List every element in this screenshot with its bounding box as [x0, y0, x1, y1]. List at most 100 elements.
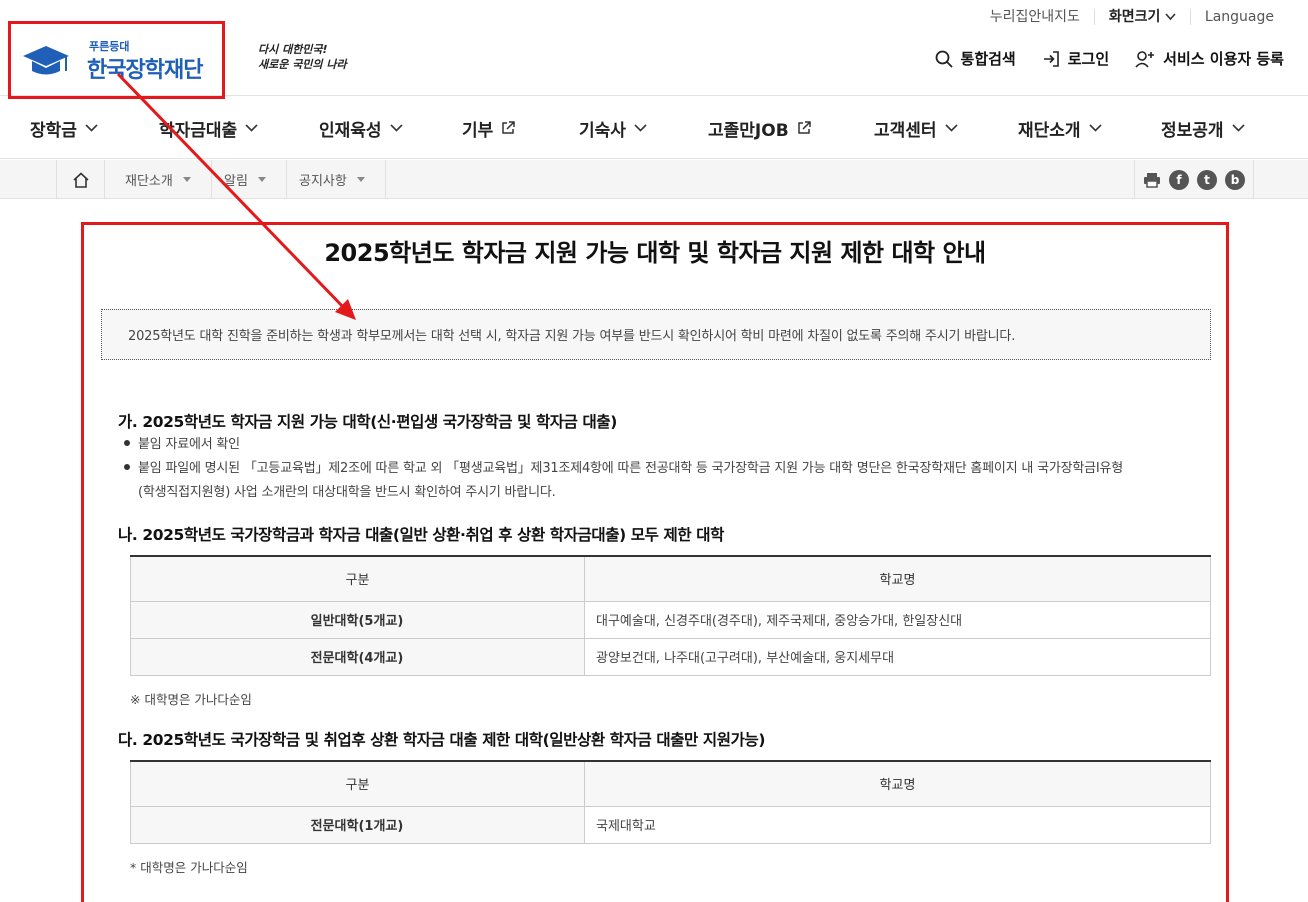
table-header: 학교명: [584, 761, 1211, 807]
nav-dormitory[interactable]: 기숙사: [579, 97, 647, 159]
section-c-title: 다. 2025학년도 국가장학금 및 취업후 상환 학자금 대출 제한 대학(일…: [118, 731, 766, 749]
font-size-label: 화면크기: [1108, 9, 1161, 25]
register-button[interactable]: 서비스 이용자 등록: [1135, 48, 1284, 69]
notice-content: 2025학년도 학자금 지원 가능 대학 및 학자금 지원 제한 대학 안내 2…: [81, 222, 1229, 902]
nav-label: 재단소개: [1018, 120, 1081, 141]
nav-disclosure[interactable]: 정보공개: [1161, 97, 1245, 159]
chevron-down-icon: [389, 124, 403, 132]
table-cell-schools: 광양보건대, 나주대(고구려대), 부산예술대, 웅지세무대: [584, 637, 1211, 676]
nav-label: 인재육성: [319, 120, 382, 141]
nav-loan[interactable]: 학자금대출: [159, 97, 258, 159]
search-button[interactable]: 통합검색: [935, 48, 1016, 69]
table-header: 구분: [130, 556, 585, 602]
chevron-down-icon: [1231, 124, 1245, 132]
graduation-cap-logo-icon: [23, 46, 69, 75]
table-row: 전문대학(1개교) 국제대학교: [130, 805, 1211, 844]
breadcrumb-item[interactable]: 공지사항: [279, 160, 386, 199]
login-button[interactable]: 로그인: [1042, 48, 1109, 69]
home-button[interactable]: [56, 160, 105, 199]
login-icon: [1043, 50, 1059, 67]
register-label: 서비스 이용자 등록: [1163, 50, 1284, 68]
nav-donation[interactable]: 기부: [462, 97, 516, 159]
breadcrumb-label: 알림: [224, 174, 248, 189]
slogan-line-2: 새로운 국민의 나라: [258, 58, 347, 71]
logo-text: 한국장학재단: [87, 58, 203, 83]
site-header: 누리집안내지도 화면크기 Language 푸른등대 한국장학재단 다시 대한민…: [0, 0, 1308, 99]
list-item-text: 붙임 파일에 명시된 「고등교육법」제2조에 따른 학교 외 「평생교육법」제3…: [138, 461, 1124, 476]
breadcrumb-label: 재단소개: [125, 174, 173, 189]
nav-job[interactable]: 고졸만JOB: [708, 97, 811, 159]
table-header-row: 구분 학교명: [130, 556, 1211, 602]
blog-icon[interactable]: b: [1225, 169, 1245, 190]
list-item: 붙임 파일에 명시된 「고등교육법」제2조에 따른 학교 외 「평생교육법」제3…: [124, 457, 1209, 505]
table-cell-schools: 국제대학교: [584, 805, 1211, 844]
sitemap-link[interactable]: 누리집안내지도: [976, 9, 1094, 25]
table-header: 학교명: [584, 556, 1211, 602]
breadcrumb-label: 공지사항: [299, 174, 347, 189]
nav-label: 고졸만JOB: [708, 120, 789, 141]
nav-label: 정보공개: [1161, 120, 1224, 141]
external-link-icon: [797, 121, 811, 134]
breadcrumb-item[interactable]: 알림: [204, 160, 287, 199]
caret-down-icon: [257, 177, 266, 182]
caret-down-icon: [356, 177, 365, 182]
nav-scholarship[interactable]: 장학금: [30, 97, 98, 159]
table-cell-category: 전문대학(4개교): [130, 637, 585, 676]
chevron-down-icon: [1088, 124, 1102, 132]
external-link-icon: [502, 121, 516, 134]
caret-down-icon: [182, 177, 191, 182]
list-item: 붙임 자료에서 확인: [124, 433, 1209, 457]
restricted-table-c: 구분 학교명 전문대학(1개교) 국제대학교: [130, 760, 1211, 844]
section-a-title: 가. 2025학년도 학자금 지원 가능 대학(신·편입생 국가장학금 및 학자…: [118, 413, 617, 431]
share-tools: f t b: [1134, 160, 1254, 199]
nav-about[interactable]: 재단소개: [1018, 97, 1102, 159]
table-header: 구분: [130, 761, 585, 807]
list-item-text: 붙임 자료에서 확인: [138, 437, 240, 452]
bullet-icon: [124, 439, 130, 446]
nav-talent[interactable]: 인재육성: [319, 97, 403, 159]
table-row: 전문대학(4개교) 광양보건대, 나주대(고구려대), 부산예술대, 웅지세무대: [130, 637, 1211, 676]
search-icon: [935, 50, 953, 68]
breadcrumb-item[interactable]: 재단소개: [105, 160, 212, 199]
language-link[interactable]: Language: [1189, 9, 1288, 25]
facebook-icon[interactable]: f: [1169, 169, 1189, 190]
chevron-down-icon: [245, 124, 258, 132]
font-size-dropdown[interactable]: 화면크기: [1093, 9, 1190, 25]
search-label: 통합검색: [960, 50, 1016, 68]
table-note: * 대학명은 가나다순임: [130, 860, 248, 875]
table-note: ※ 대학명은 가나다순임: [130, 692, 252, 707]
table-cell-category: 일반대학(5개교): [130, 600, 585, 639]
table-row: 일반대학(5개교) 대구예술대, 신경주대(경주대), 제주국제대, 중앙승가대…: [130, 600, 1211, 639]
add-user-icon: [1135, 50, 1155, 68]
nav-customer-center[interactable]: 고객센터: [874, 97, 958, 159]
slogan: 다시 대한민국! 새로운 국민의 나라: [258, 42, 347, 72]
bullet-icon: [124, 463, 130, 470]
list-item-text-cont: (학생직접지원형) 사업 소개란의 대상대학을 반드시 확인하여 주시기 바랍니…: [138, 485, 556, 500]
header-actions: 통합검색 로그인 서비스 이용자 등록: [909, 48, 1284, 69]
table-header-row: 구분 학교명: [130, 761, 1211, 807]
table-cell-category: 전문대학(1개교): [130, 805, 585, 844]
nav-label: 장학금: [30, 120, 77, 141]
chevron-down-icon: [634, 124, 647, 132]
nav-label: 기숙사: [579, 120, 626, 141]
notice-box: 2025학년도 대학 진학을 준비하는 학생과 학부모께서는 대학 선택 시, …: [101, 309, 1211, 360]
logo-link[interactable]: 푸른등대 한국장학재단: [8, 21, 225, 99]
utility-bar: 누리집안내지도 화면크기 Language: [976, 0, 1288, 34]
page-title: 2025학년도 학자금 지원 가능 대학 및 학자금 지원 제한 대학 안내: [324, 239, 986, 267]
nav-label: 학자금대출: [159, 120, 238, 141]
chevron-down-icon: [944, 124, 958, 132]
print-icon[interactable]: [1143, 172, 1161, 188]
restricted-table-b: 구분 학교명 일반대학(5개교) 대구예술대, 신경주대(경주대), 제주국제대…: [130, 555, 1211, 676]
chevron-down-icon: [1165, 13, 1176, 21]
home-icon: [72, 171, 89, 188]
main-navigation: 장학금 학자금대출 인재육성 기부 기숙사 고졸만JOB 고객센터 재단소개 정…: [0, 97, 1308, 159]
table-cell-schools: 대구예술대, 신경주대(경주대), 제주국제대, 중앙승가대, 한일장신대: [584, 600, 1211, 639]
login-label: 로그인: [1067, 50, 1110, 68]
chevron-down-icon: [85, 124, 98, 132]
breadcrumb: 재단소개 알림 공지사항 f t b: [0, 160, 1308, 199]
nav-label: 기부: [462, 120, 494, 141]
twitter-icon[interactable]: t: [1197, 169, 1217, 190]
slogan-line-1: 다시 대한민국!: [258, 43, 328, 56]
nav-label: 고객센터: [874, 120, 937, 141]
section-b-title: 나. 2025학년도 국가장학금과 학자금 대출(일반 상환·취업 후 상환 학…: [118, 526, 724, 544]
